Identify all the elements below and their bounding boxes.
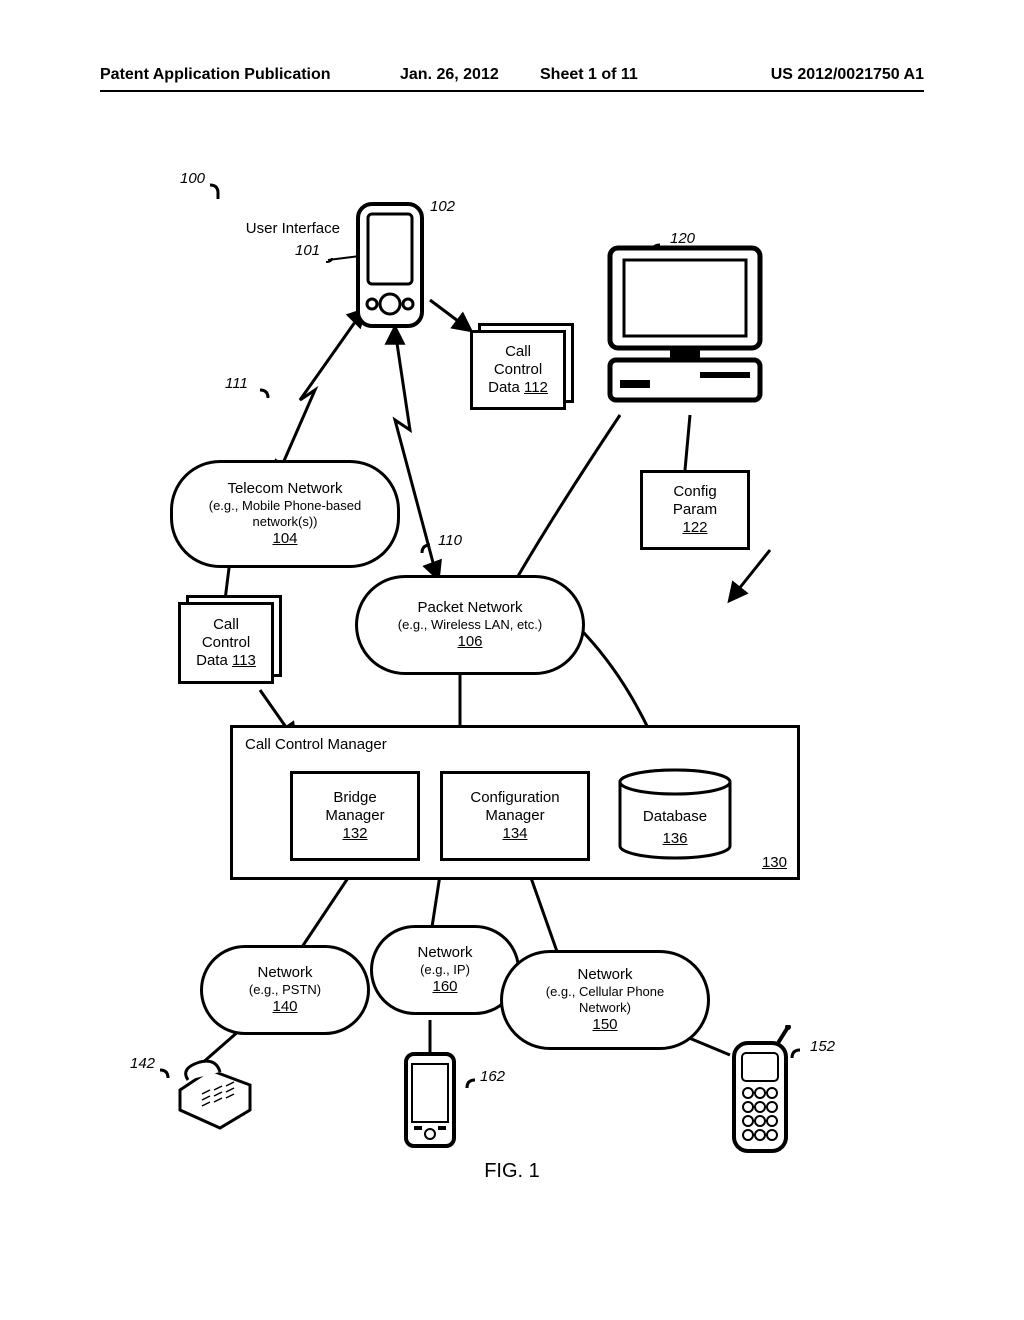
ref-136: 136 bbox=[610, 830, 740, 848]
db-label: Database bbox=[610, 808, 740, 826]
pstn-l1: Network bbox=[257, 964, 312, 982]
ref-100: 100 bbox=[180, 170, 205, 187]
ref-111: 111 bbox=[225, 375, 248, 392]
ref-150: 150 bbox=[592, 1016, 617, 1034]
bridge-manager-box: Bridge Manager 132 bbox=[290, 771, 420, 861]
ccd112-line2: Control bbox=[494, 361, 542, 379]
ccm-title: Call Control Manager bbox=[245, 736, 387, 754]
telecom-network-cloud: Telecom Network (e.g., Mobile Phone-base… bbox=[170, 460, 400, 568]
header-rule bbox=[100, 90, 924, 92]
cell-l2: (e.g., Cellular Phone bbox=[546, 984, 665, 1000]
header-sheet: Sheet 1 of 11 bbox=[540, 66, 638, 84]
telecom-l2: (e.g., Mobile Phone-based bbox=[209, 498, 361, 514]
database-cylinder: Database 136 bbox=[610, 768, 740, 863]
ip-l1: Network bbox=[417, 944, 472, 962]
ref-110: 110 bbox=[438, 532, 462, 549]
header-date: Jan. 26, 2012 bbox=[400, 66, 499, 84]
ref-130: 130 bbox=[762, 854, 787, 871]
packet-l2: (e.g., Wireless LAN, etc.) bbox=[398, 617, 542, 633]
ip-l2: (e.g., IP) bbox=[420, 962, 470, 978]
call-control-data-113: Call Control Data 113 bbox=[178, 602, 274, 684]
ref-162: 162 bbox=[480, 1068, 505, 1085]
ref-122: 122 bbox=[682, 519, 707, 537]
header-publication: Patent Application Publication bbox=[100, 66, 331, 84]
diagram-area: 100 102 User Interface 101 bbox=[130, 170, 890, 1170]
telecom-l1: Telecom Network bbox=[227, 480, 342, 498]
ccd113-line1: Call bbox=[213, 616, 239, 634]
ref-142: 142 bbox=[130, 1055, 155, 1072]
ref-101: 101 bbox=[295, 242, 320, 259]
packet-l1: Packet Network bbox=[417, 599, 522, 617]
call-control-data-112: Call Control Data 112 bbox=[470, 330, 566, 410]
packet-network-cloud: Packet Network (e.g., Wireless LAN, etc.… bbox=[355, 575, 585, 675]
network-ip-cloud: Network (e.g., IP) 160 bbox=[370, 925, 520, 1015]
configuration-manager-box: Configuration Manager 134 bbox=[440, 771, 590, 861]
ref-134: 134 bbox=[502, 825, 527, 843]
ref-120: 120 bbox=[670, 230, 695, 247]
cfgmgr-l1: Configuration bbox=[470, 789, 559, 807]
desktop-computer bbox=[590, 240, 780, 420]
call-control-manager: Call Control Manager Bridge Manager 132 … bbox=[230, 725, 800, 880]
bridge-l2: Manager bbox=[325, 807, 384, 825]
network-cell-cloud: Network (e.g., Cellular Phone Network) 1… bbox=[500, 950, 710, 1050]
cell-l3: Network) bbox=[579, 1000, 631, 1016]
configparam-l2: Param bbox=[673, 501, 717, 519]
cell-l1: Network bbox=[577, 966, 632, 984]
smartphone-icon bbox=[400, 1050, 460, 1150]
pstn-l2: (e.g., PSTN) bbox=[249, 982, 321, 998]
ref-106: 106 bbox=[457, 633, 482, 651]
telecom-l3: network(s)) bbox=[252, 514, 317, 530]
ccd112-line3: Data 112 bbox=[488, 379, 548, 397]
ccd113-line3: Data 113 bbox=[196, 652, 256, 670]
ref-160: 160 bbox=[432, 978, 457, 996]
ref-102: 102 bbox=[430, 198, 455, 215]
desk-phone-icon bbox=[170, 1050, 260, 1130]
bridge-l1: Bridge bbox=[333, 789, 376, 807]
label-user-interface: User Interface bbox=[230, 220, 340, 238]
configparam-l1: Config bbox=[673, 483, 716, 501]
ccd112-line1: Call bbox=[505, 343, 531, 361]
pda-device bbox=[350, 200, 430, 330]
cell-phone-icon bbox=[720, 1025, 800, 1155]
cfgmgr-l2: Manager bbox=[485, 807, 544, 825]
network-pstn-cloud: Network (e.g., PSTN) 140 bbox=[200, 945, 370, 1035]
ref-140: 140 bbox=[272, 998, 297, 1016]
figure-caption: FIG. 1 bbox=[0, 1160, 1024, 1183]
config-param-box: Config Param 122 bbox=[640, 470, 750, 550]
page: Patent Application Publication Jan. 26, … bbox=[0, 0, 1024, 1320]
ref-104: 104 bbox=[272, 530, 297, 548]
header-pubno: US 2012/0021750 A1 bbox=[771, 66, 924, 84]
ref-152: 152 bbox=[810, 1038, 835, 1055]
ccd113-line2: Control bbox=[202, 634, 250, 652]
ref-132: 132 bbox=[342, 825, 367, 843]
